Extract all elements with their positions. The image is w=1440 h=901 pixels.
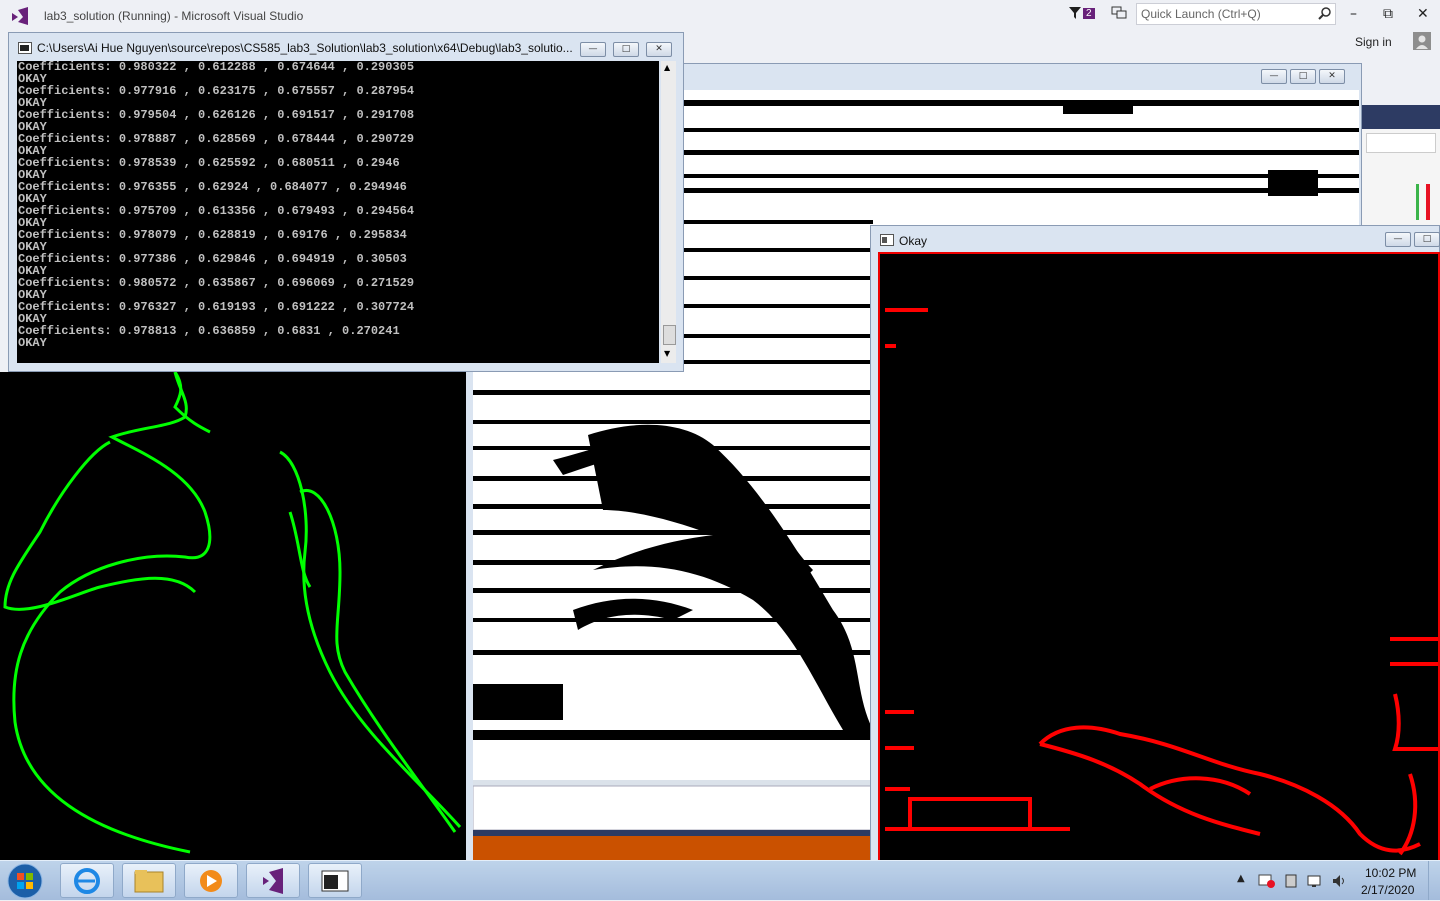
clock-date[interactable]: 2/17/2020 [1361,883,1414,897]
threshold-maximize-button[interactable]: □ [1290,69,1316,84]
taskbar-media-player-button[interactable] [184,863,238,898]
console-text: Coefficients: 0.980322 , 0.612288 , 0.67… [18,61,415,350]
taskbar-ie-button[interactable] [60,863,114,898]
vs-close-button[interactable]: ✕ [1417,6,1429,22]
quick-launch-input[interactable]: Quick Launch (Ctrl+Q) [1136,3,1336,25]
okay-window-title: Okay [899,234,928,248]
visual-studio-icon [263,868,283,894]
console-output: Coefficients: 0.980322 , 0.612288 , 0.67… [17,61,659,363]
taskbar: ▲ 10:02 PM 2/17/2020 [0,860,1440,900]
threshold-minimize-button[interactable]: — [1261,69,1287,84]
scroll-down-arrow-icon[interactable]: ▼ [664,349,670,358]
vs-panel-header [1362,105,1440,129]
media-player-icon [200,870,222,892]
account-avatar-icon[interactable] [1413,32,1431,50]
taskbar-console-button[interactable] [308,863,362,898]
show-desktop-button[interactable] [1428,861,1440,900]
internet-explorer-icon [74,868,100,894]
taskbar-explorer-button[interactable] [122,863,176,898]
volume-icon[interactable] [1331,873,1347,889]
red-contour-drawing [885,308,1438,856]
clock-time[interactable]: 10:02 PM [1365,866,1416,880]
console-maximize-button[interactable]: □ [613,42,639,57]
vs-dropdown[interactable] [1366,133,1436,153]
feedback-icon[interactable] [1111,6,1127,20]
red-contour-canvas [878,252,1440,862]
taskbar-visual-studio-button[interactable] [246,863,300,898]
console-minimize-button[interactable]: — [580,42,606,57]
search-icon [1318,7,1331,20]
okay-minimize-button[interactable]: — [1385,232,1411,247]
green-contour-canvas [0,372,466,860]
vs-window-title: lab3_solution (Running) - Microsoft Visu… [44,9,304,23]
action-center-alert-icon[interactable] [1258,873,1276,889]
window-divider [466,372,472,860]
filter-icon[interactable] [1068,6,1082,20]
green-indicator [1416,184,1419,220]
visual-studio-logo-icon [12,7,28,25]
show-hidden-icons-arrow-icon[interactable]: ▲ [1237,873,1245,884]
red-indicator [1426,184,1430,220]
notification-count-badge[interactable]: 2 [1083,8,1095,19]
folder-icon [134,870,164,893]
sign-in-link[interactable]: Sign in [1355,35,1392,49]
start-button-icon[interactable] [6,863,44,899]
okay-maximize-button[interactable]: □ [1414,232,1440,247]
scroll-up-arrow-icon[interactable]: ▲ [664,63,670,72]
vs-minimize-button[interactable]: – [1350,6,1357,22]
network-icon[interactable] [1306,873,1322,889]
console-scrollbar[interactable]: ▲ ▼ [661,61,676,363]
vs-restore-button[interactable]: ⧉ [1383,6,1393,22]
console-app-icon [321,870,349,892]
quick-launch-placeholder: Quick Launch (Ctrl+Q) [1141,7,1261,21]
console-window-title: C:\Users\Ai Hue Nguyen\source\repos\CS58… [37,41,573,55]
console-close-button[interactable]: ✕ [646,42,672,57]
vs-side-panel [1362,129,1440,225]
console-window[interactable]: C:\Users\Ai Hue Nguyen\source\repos\CS58… [8,32,684,372]
threshold-close-button[interactable]: ✕ [1319,69,1345,84]
vs-title-bar: lab3_solution (Running) - Microsoft Visu… [0,0,1440,34]
usb-device-icon[interactable] [1283,873,1299,889]
console-scroll-thumb[interactable] [663,325,676,345]
